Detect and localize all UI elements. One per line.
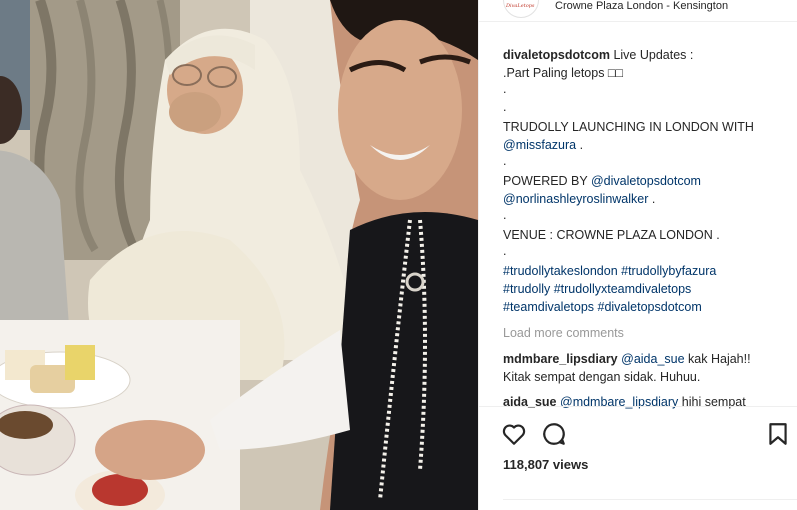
location-link[interactable]: Crowne Plaza London - Kensington (555, 0, 728, 12)
post-header: DivaLetops Crowne Plaza London - Kensing… (479, 0, 797, 22)
comment-icon[interactable] (541, 421, 567, 447)
hashtags-line-3[interactable]: #teamdivaletops #divaletopsdotcom (503, 298, 793, 316)
comment-text-2: Kitak sempat dengan sidak. Huhuu. (503, 370, 701, 384)
caption-line-norlin: @norlinashleyroslinwalker . (503, 190, 793, 208)
caption-username[interactable]: divaletopsdotcom (503, 48, 610, 62)
caption-dot: . (503, 100, 507, 114)
mention-divaletopsdotcom[interactable]: @divaletopsdotcom (591, 174, 701, 188)
comment-line: mdmbare_lipsdiary @aida_sue kak Hajah!! (503, 350, 793, 368)
caption-dot: . (503, 244, 507, 258)
bookmark-icon[interactable] (765, 421, 791, 447)
caption-line-fazura: @missfazura . (503, 136, 793, 154)
views-count: 118,807 views (503, 457, 589, 472)
post-photo[interactable] (0, 0, 478, 510)
hashtags-line-2[interactable]: #trudolly #trudollyxteamdivaletops (503, 280, 793, 298)
caption-venue-line: VENUE : CROWNE PLAZA LONDON . (503, 228, 720, 242)
comment-mention[interactable]: @aida_sue (621, 352, 684, 366)
post-side-panel: DivaLetops Crowne Plaza London - Kensing… (478, 0, 797, 510)
caption-suffix: . (648, 192, 656, 206)
caption-line-1: divaletopsdotcom Live Updates : (503, 46, 793, 64)
mention-norlin[interactable]: @norlinashleyroslinwalker (503, 192, 648, 206)
caption-launch-line: TRUDOLLY LAUNCHING IN LONDON WITH (503, 120, 754, 134)
comment-username[interactable]: mdmbare_lipsdiary (503, 352, 618, 366)
avatar[interactable]: DivaLetops (503, 0, 539, 18)
comment-item: mdmbare_lipsdiary @aida_sue kak Hajah!! … (503, 350, 793, 386)
mention-missfazura[interactable]: @missfazura (503, 138, 576, 152)
hashtags-line-1[interactable]: #trudollytakeslondon #trudollybyfazura (503, 262, 793, 280)
comment-text: kak Hajah!! (684, 352, 751, 366)
caption-dot: . (503, 82, 507, 96)
caption-intro: Live Updates : (609, 48, 694, 62)
caption-line-2: .Part Paling letops □□ (503, 66, 624, 80)
avatar-logo-text: DivaLetops (506, 3, 535, 9)
load-more-comments-button[interactable]: Load more comments (503, 324, 624, 342)
post-caption: divaletopsdotcom Live Updates : .Part Pa… (503, 46, 793, 316)
caption-powered-by: POWERED BY (503, 174, 591, 188)
heart-icon[interactable] (501, 421, 527, 447)
photo-scene (0, 0, 478, 510)
post-actions: 118,807 views (479, 406, 797, 510)
caption-dot: . (503, 154, 507, 168)
caption-powered-line: POWERED BY @divaletopsdotcom (503, 172, 793, 190)
divider (503, 499, 797, 500)
caption-suffix: . (576, 138, 584, 152)
caption-dot: . (503, 208, 507, 222)
